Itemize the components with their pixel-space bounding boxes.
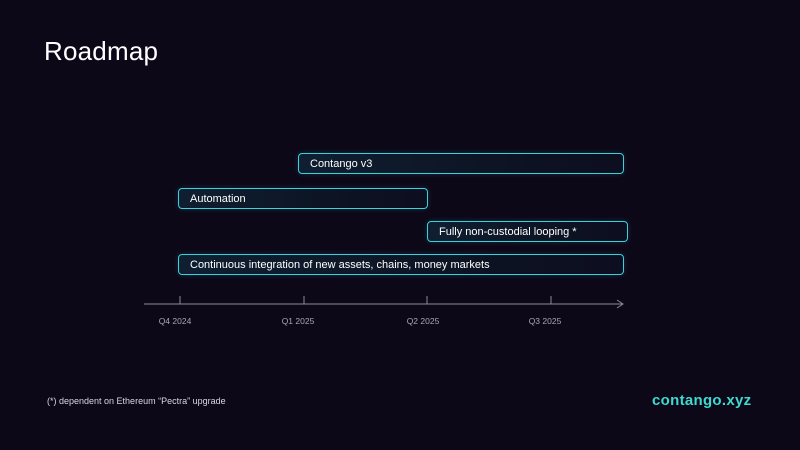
timeline-tick-label: Q4 2024 bbox=[159, 316, 192, 326]
timeline-tick-label: Q3 2025 bbox=[529, 316, 562, 326]
timeline-tick-label: Q2 2025 bbox=[407, 316, 440, 326]
timeline-axis: Q4 2024 Q1 2025 Q2 2025 Q3 2025 bbox=[144, 296, 624, 326]
brand-logo: contango.xyz bbox=[652, 392, 752, 409]
footnote: (*) dependent on Ethereum “Pectra” upgra… bbox=[47, 396, 226, 406]
roadmap-slide: Roadmap Contango v3 Automation Fully non… bbox=[0, 0, 800, 450]
timeline-tick-label: Q1 2025 bbox=[282, 316, 315, 326]
